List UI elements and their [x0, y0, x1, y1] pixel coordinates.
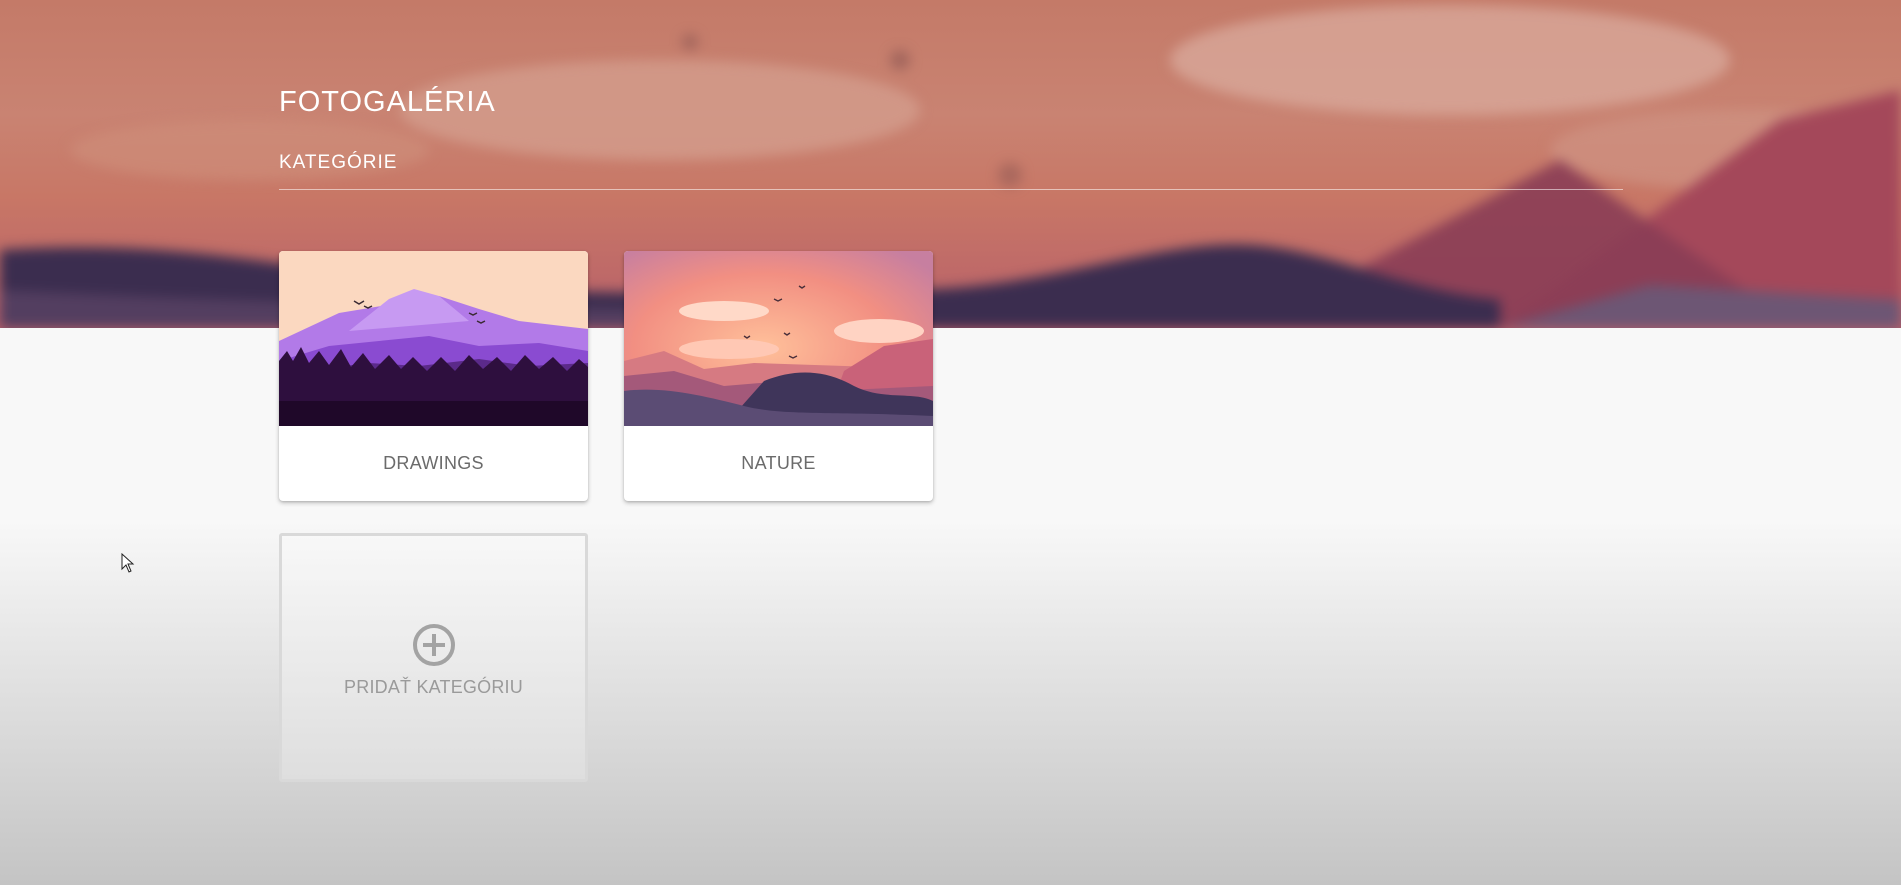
- category-card-drawings[interactable]: DRAWINGS: [279, 251, 588, 501]
- drawings-thumbnail-image: [279, 251, 588, 426]
- page-title: FOTOGALÉRIA: [279, 86, 496, 118]
- nature-thumbnail-image: [624, 251, 933, 426]
- section-title: KATEGÓRIE: [279, 152, 398, 173]
- add-category-button[interactable]: PRIDAŤ KATEGÓRIU: [279, 533, 588, 782]
- header-divider: [279, 189, 1623, 190]
- plus-circle-icon: [412, 624, 455, 666]
- category-label: DRAWINGS: [383, 453, 484, 473]
- add-category-label: PRIDAŤ KATEGÓRIU: [344, 677, 523, 697]
- mouse-cursor-icon: [121, 553, 135, 573]
- page-header: FOTOGALÉRIA KATEGÓRIE: [279, 86, 1623, 190]
- category-label: NATURE: [741, 453, 816, 473]
- category-card-nature[interactable]: NATURE: [624, 251, 933, 501]
